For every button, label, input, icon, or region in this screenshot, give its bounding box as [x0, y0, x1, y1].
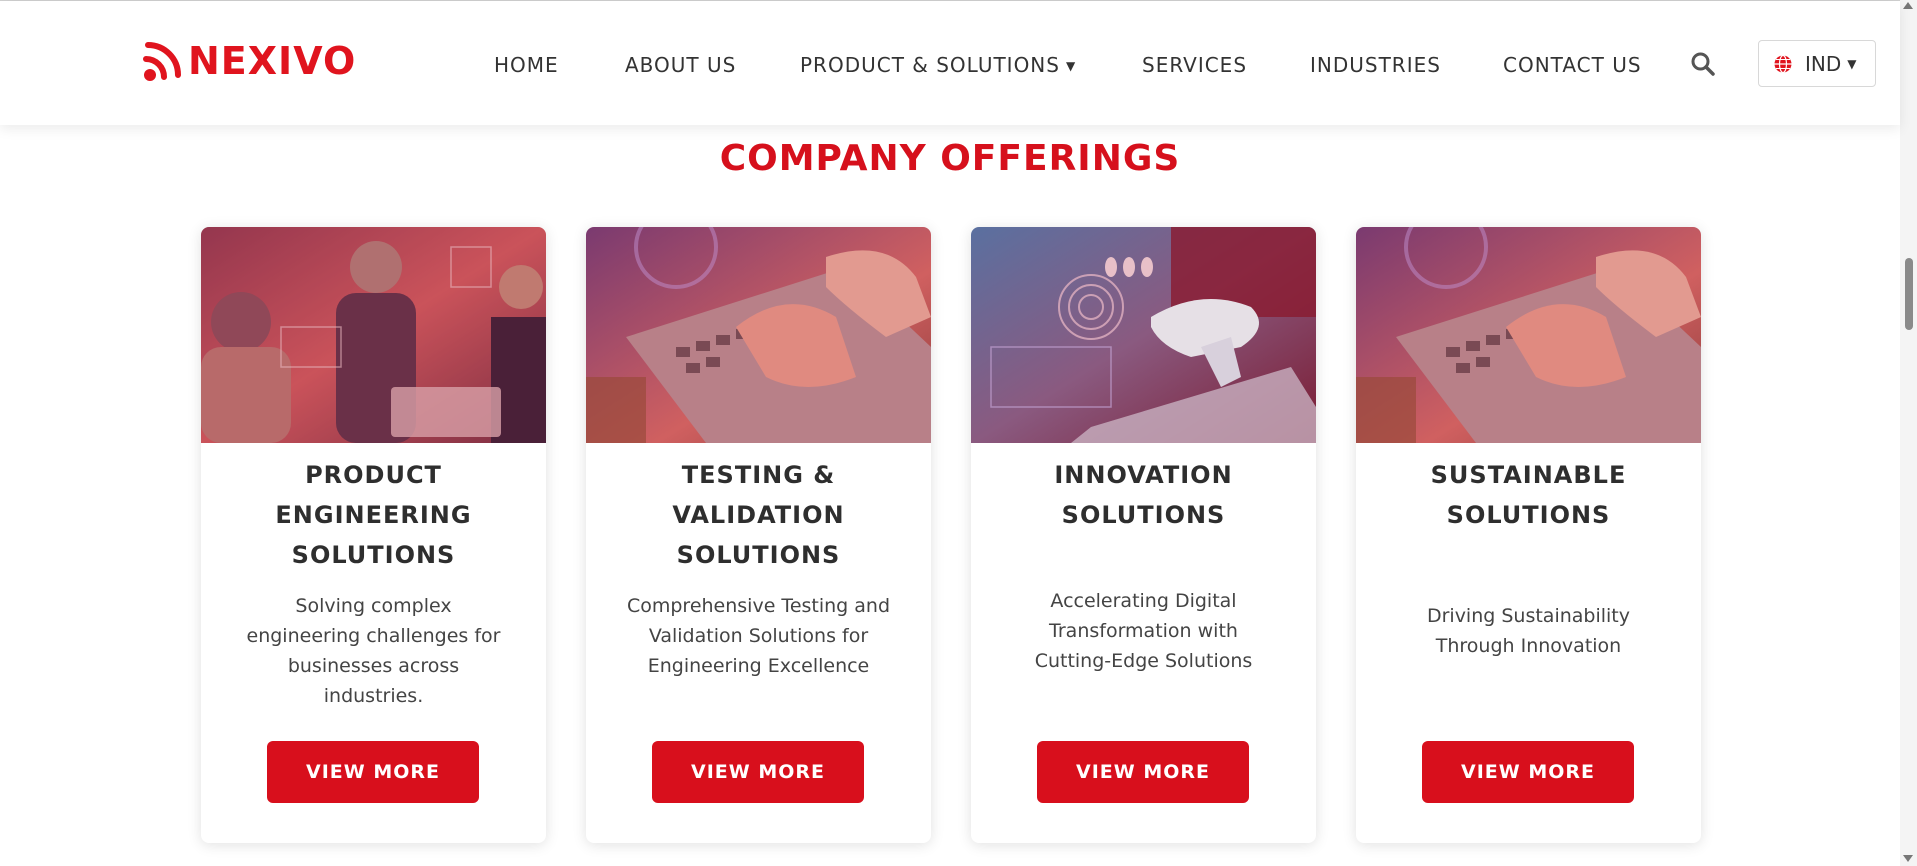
card-title: INNOVATION SOLUTIONS: [1054, 461, 1233, 529]
offering-card: TESTING & VALIDATION SOLUTIONS Comprehen…: [586, 227, 931, 843]
brand-logo[interactable]: NEXIVO: [142, 39, 356, 83]
card-image-laptop-typing: [1356, 227, 1701, 443]
brand-name: NEXIVO: [188, 39, 357, 83]
nav-about-us[interactable]: ABOUT US: [625, 53, 736, 77]
nav-home[interactable]: HOME: [494, 53, 559, 77]
card-description: Solving complex engineering challenges f…: [246, 595, 501, 707]
chevron-down-icon: ▼: [1065, 59, 1077, 73]
nav-industries-label: INDUSTRIES: [1310, 53, 1441, 77]
nav-about-label: ABOUT US: [625, 53, 737, 77]
card-title: TESTING & VALIDATION SOLUTIONS: [672, 461, 845, 569]
chevron-down-icon: ▼: [1847, 56, 1857, 71]
card-title: SUSTAINABLE SOLUTIONS: [1430, 461, 1627, 529]
offering-card: INNOVATION SOLUTIONS Accelerating Digita…: [971, 227, 1316, 843]
scroll-up-icon[interactable]: [1903, 2, 1913, 9]
view-more-button[interactable]: VIEW MORE: [652, 741, 864, 803]
scroll-thumb[interactable]: [1905, 258, 1913, 330]
card-description: Accelerating Digital Transformation with…: [1034, 590, 1253, 672]
nav-contact-label: CONTACT US: [1503, 53, 1642, 77]
globe-icon: [1774, 54, 1792, 73]
scroll-down-icon[interactable]: [1903, 855, 1913, 862]
offering-card: PRODUCT ENGINEERING SOLUTIONS Solving co…: [201, 227, 546, 843]
nav-home-label: HOME: [494, 53, 559, 77]
nav-services-label: SERVICES: [1142, 53, 1248, 77]
language-label: IND: [1805, 51, 1842, 76]
card-title: PRODUCT ENGINEERING SOLUTIONS: [275, 461, 472, 569]
nav-industries[interactable]: INDUSTRIES: [1310, 53, 1441, 77]
offering-card: SUSTAINABLE SOLUTIONS Driving Sustainabi…: [1356, 227, 1701, 843]
nav-product-label: PRODUCT & SOLUTIONS: [800, 53, 1060, 77]
view-more-button[interactable]: VIEW MORE: [267, 741, 479, 803]
rss-feed-icon: [143, 42, 181, 81]
card-image-team-meeting: [201, 227, 546, 443]
site-header: NEXIVO HOME ABOUT US PRODUCT & SOLUTIONS…: [0, 1, 1900, 125]
card-image-robot-hand: [971, 227, 1316, 443]
page-scrollbar[interactable]: [1900, 0, 1917, 866]
nav-contact-us[interactable]: CONTACT US: [1503, 53, 1642, 77]
card-image-laptop-typing: [586, 227, 931, 443]
nav-product-solutions[interactable]: PRODUCT & SOLUTIONS ▼: [800, 53, 1076, 78]
card-description: Driving Sustainability Through Innovatio…: [1426, 605, 1631, 657]
view-more-button[interactable]: VIEW MORE: [1422, 741, 1634, 803]
nav-services[interactable]: SERVICES: [1142, 53, 1247, 77]
view-more-button[interactable]: VIEW MORE: [1037, 741, 1249, 803]
section-title: COMPANY OFFERINGS: [719, 138, 1181, 179]
language-selector[interactable]: IND ▼: [1758, 40, 1876, 87]
search-icon[interactable]: [1690, 51, 1716, 77]
card-description: Comprehensive Testing and Validation Sol…: [626, 595, 891, 677]
